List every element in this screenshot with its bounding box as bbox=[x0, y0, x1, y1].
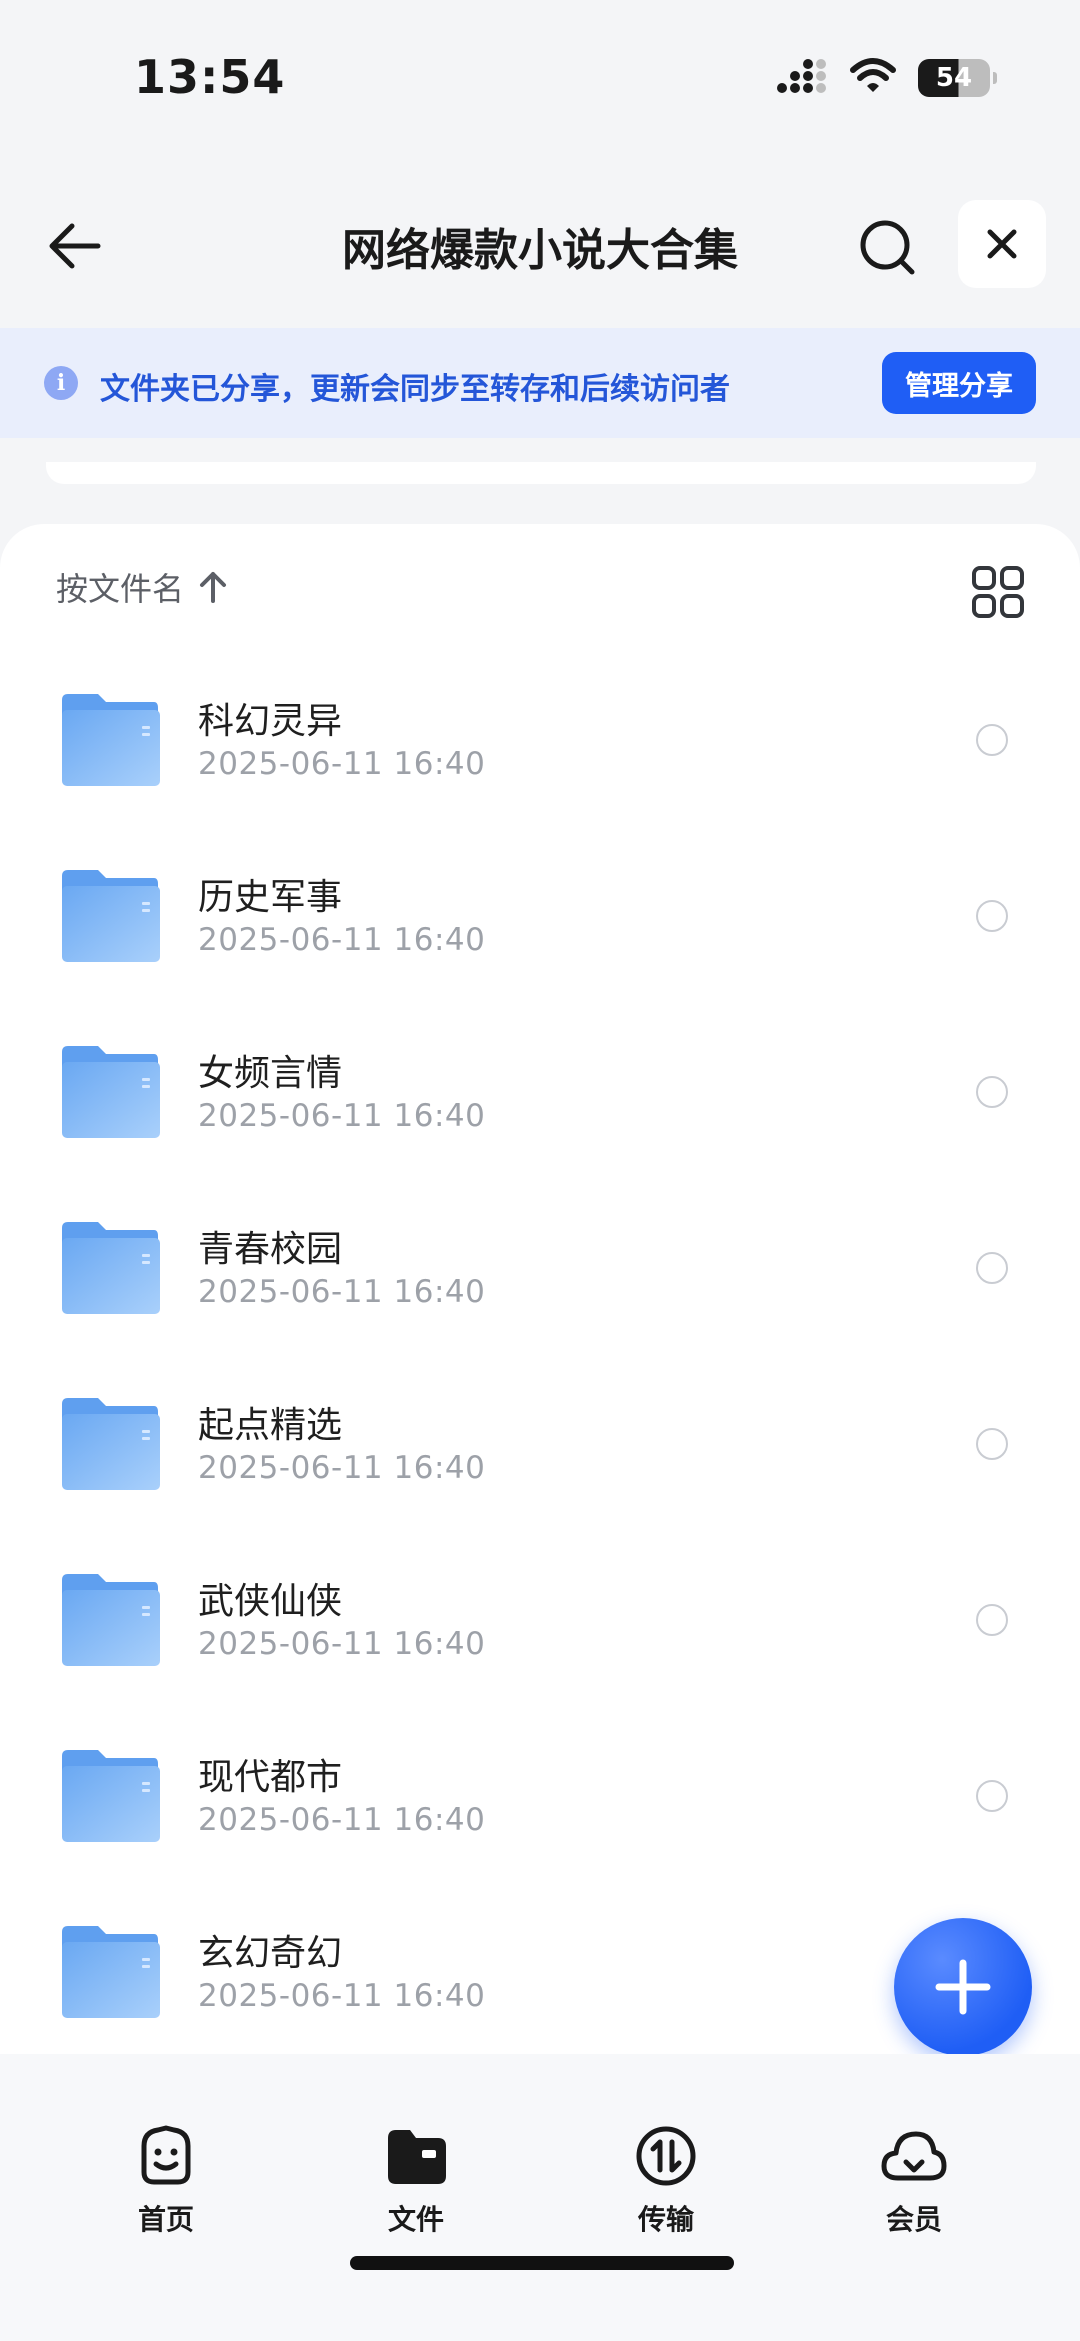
file-row[interactable]: 起点精选 2025-06-11 16:40 bbox=[0, 1378, 1080, 1554]
file-name: 历史军事 bbox=[198, 877, 343, 918]
file-date: 2025-06-11 16:40 bbox=[198, 1450, 486, 1486]
grid-view-button[interactable] bbox=[970, 564, 1026, 620]
file-list-panel: 按文件名 科幻灵异 2025-06-11 16:40 历史军事 2025-06-11 … bbox=[0, 524, 1080, 2054]
collapsed-card-edge bbox=[46, 462, 1036, 484]
sort-label: 按文件名 bbox=[56, 570, 185, 608]
folder-icon bbox=[58, 1924, 162, 2020]
file-name: 起点精选 bbox=[198, 1405, 343, 1446]
file-date: 2025-06-11 16:40 bbox=[198, 1098, 486, 1134]
screen: 13:54 54 网络爆款小说大合集 i 文件夹已分享，更新会同步至转存和后续访… bbox=[0, 0, 1080, 2341]
folder-icon bbox=[58, 1572, 162, 1668]
select-checkbox[interactable] bbox=[976, 724, 1008, 756]
plus-icon bbox=[935, 1959, 991, 2015]
bottom-nav: 首页 文件 传输 会员 bbox=[0, 2054, 1080, 2341]
select-checkbox[interactable] bbox=[976, 900, 1008, 932]
nav-label-member: 会员 bbox=[885, 2203, 942, 2236]
battery-level: 54 bbox=[935, 63, 973, 93]
nav-label-files: 文件 bbox=[387, 2203, 444, 2236]
signal-icon bbox=[776, 58, 828, 98]
manage-share-button[interactable]: 管理分享 bbox=[882, 352, 1036, 414]
share-banner-text: 文件夹已分享，更新会同步至转存和后续访问者 bbox=[100, 372, 730, 407]
file-date: 2025-06-11 16:40 bbox=[198, 922, 486, 958]
file-row[interactable]: 历史军事 2025-06-11 16:40 bbox=[0, 850, 1080, 1026]
folder-icon bbox=[58, 1748, 162, 1844]
home-indicator bbox=[350, 2256, 734, 2270]
select-checkbox[interactable] bbox=[976, 1428, 1008, 1460]
cloud-member-icon bbox=[880, 2122, 948, 2190]
status-bar: 13:54 54 bbox=[0, 0, 1080, 150]
nav-item-files[interactable]: 文件 bbox=[336, 2122, 496, 2238]
folder-icon bbox=[58, 1396, 162, 1492]
status-time: 13:54 bbox=[134, 50, 286, 104]
smile-home-icon bbox=[132, 2122, 200, 2190]
select-checkbox[interactable] bbox=[976, 1252, 1008, 1284]
nav-item-transfer[interactable]: 传输 bbox=[586, 2122, 746, 2238]
status-icons: 54 bbox=[776, 58, 997, 98]
grid-icon bbox=[972, 566, 1024, 618]
nav-item-member[interactable]: 会员 bbox=[834, 2122, 994, 2238]
header: 网络爆款小说大合集 bbox=[0, 186, 1080, 306]
folder-icon bbox=[58, 868, 162, 964]
file-date: 2025-06-11 16:40 bbox=[198, 746, 486, 782]
nav-label-transfer: 传输 bbox=[637, 2203, 694, 2236]
file-name: 女频言情 bbox=[198, 1053, 343, 1094]
add-button[interactable] bbox=[894, 1918, 1032, 2056]
close-button[interactable] bbox=[958, 200, 1046, 288]
select-checkbox[interactable] bbox=[976, 1780, 1008, 1812]
sort-control[interactable]: 按文件名 bbox=[56, 564, 228, 610]
file-date: 2025-06-11 16:40 bbox=[198, 1274, 486, 1310]
folder-icon bbox=[58, 1044, 162, 1140]
file-row[interactable]: 女频言情 2025-06-11 16:40 bbox=[0, 1026, 1080, 1202]
file-row[interactable]: 青春校园 2025-06-11 16:40 bbox=[0, 1202, 1080, 1378]
search-button[interactable] bbox=[852, 212, 924, 284]
file-date: 2025-06-11 16:40 bbox=[198, 1626, 486, 1662]
nav-item-home[interactable]: 首页 bbox=[86, 2122, 246, 2238]
select-checkbox[interactable] bbox=[976, 1076, 1008, 1108]
file-name: 现代都市 bbox=[198, 1757, 343, 1798]
wifi-icon bbox=[850, 58, 896, 98]
file-name: 科幻灵异 bbox=[198, 701, 343, 742]
nav-label-home: 首页 bbox=[137, 2203, 194, 2236]
file-name: 青春校园 bbox=[198, 1229, 343, 1270]
file-name: 武侠仙侠 bbox=[198, 1581, 343, 1622]
file-row[interactable]: 现代都市 2025-06-11 16:40 bbox=[0, 1730, 1080, 1906]
folder-icon bbox=[58, 1220, 162, 1316]
arrow-up-icon bbox=[200, 572, 227, 603]
folder-icon bbox=[58, 692, 162, 788]
file-row[interactable]: 科幻灵异 2025-06-11 16:40 bbox=[0, 674, 1080, 850]
file-name: 玄幻奇幻 bbox=[198, 1933, 343, 1974]
info-icon: i bbox=[44, 366, 78, 400]
transfer-icon bbox=[632, 2122, 700, 2190]
share-banner: i 文件夹已分享，更新会同步至转存和后续访问者 管理分享 bbox=[0, 328, 1080, 438]
file-date: 2025-06-11 16:40 bbox=[198, 1978, 486, 2014]
folder-file-icon bbox=[382, 2122, 450, 2190]
select-checkbox[interactable] bbox=[976, 1604, 1008, 1636]
file-date: 2025-06-11 16:40 bbox=[198, 1802, 486, 1838]
close-icon bbox=[987, 229, 1017, 259]
search-icon bbox=[860, 220, 915, 275]
file-row[interactable]: 武侠仙侠 2025-06-11 16:40 bbox=[0, 1554, 1080, 1730]
battery-icon: 54 bbox=[918, 59, 997, 97]
